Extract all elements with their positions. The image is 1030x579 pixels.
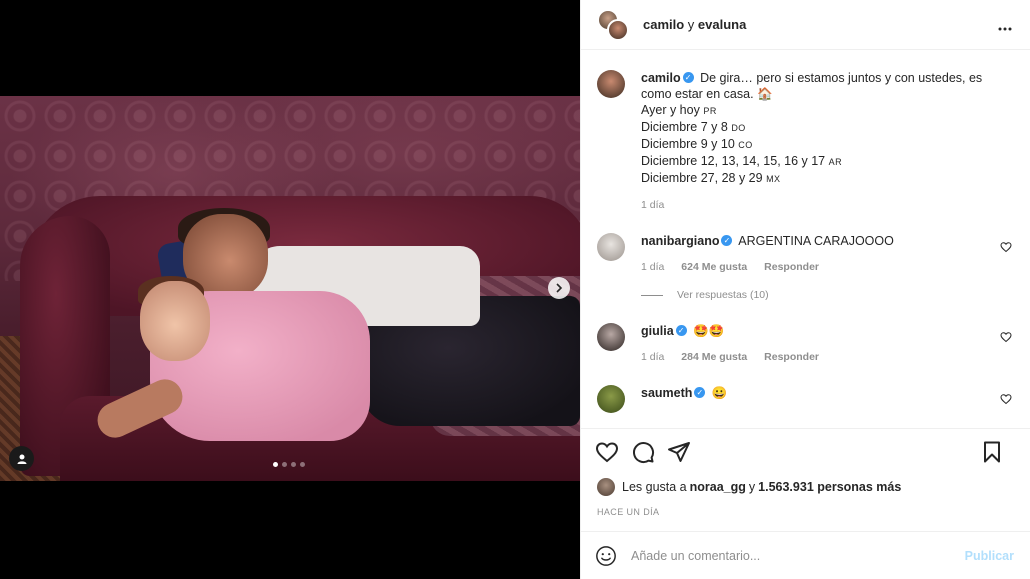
comment-username[interactable]: giulia [641,324,674,338]
comment-body: 🤩🤩 [689,324,725,338]
caption-line: Diciembre 27, 28 y 29 [641,171,767,185]
post-timestamp[interactable]: HACE UN DÍA [597,507,659,517]
likes-summary: Les gusta a noraa_gg y 1.563.931 persona… [597,478,901,496]
user-icon [17,454,26,464]
carousel-indicator [273,462,305,467]
carousel-dot [273,462,278,467]
caption-line: Ayer y hoy [641,103,704,117]
country-tag: AR [828,157,843,167]
divider [641,294,663,296]
chevron-right-icon [556,283,563,293]
comment-username[interactable]: saumeth [641,386,692,400]
country-tag: CO [738,140,753,150]
likes-mid: y [748,480,756,494]
add-comment-bar: Publicar [581,531,1030,579]
emoji-icon[interactable] [595,545,617,567]
reply-button[interactable]: Responder [764,351,819,363]
post-photo[interactable] [0,96,580,481]
caption-line: Diciembre 9 y 10 [641,137,739,151]
comment-text: giulia ✓ 🤩🤩 [641,323,833,339]
avatar[interactable] [597,323,625,351]
view-replies-button[interactable]: Ver respuestas (10) [641,289,1014,301]
avatar [607,18,629,41]
avatar[interactable] [597,70,625,98]
heart-icon[interactable] [595,440,619,464]
comment-body: ARGENTINA CARAJOOOO [735,234,894,248]
tagged-users-button[interactable] [9,446,34,471]
caption-username[interactable]: camilo [641,71,681,85]
carousel-next-button[interactable] [548,277,570,299]
like-comment-icon[interactable] [1000,331,1012,343]
post-header: camilo y evaluna [581,0,1030,50]
verified-icon: ✓ [721,235,733,247]
collab-avatars[interactable] [597,8,629,41]
caption-line: Diciembre 7 y 8 [641,120,732,134]
carousel-dot [291,462,296,467]
timestamp[interactable]: 1 día [641,351,664,363]
comment-likes[interactable]: 284 Me gusta [681,351,747,363]
reply-button[interactable]: Responder [764,261,819,273]
comment-body: 😀 [708,386,728,400]
bookmark-icon[interactable] [980,440,1004,464]
verified-icon: ✓ [694,387,706,399]
post-caption: camilo ✓ De gira… pero si estamos juntos … [597,70,1014,211]
likes-prefix: Les gusta a [622,480,687,494]
author-connector: y [684,17,698,32]
likes-count-link[interactable]: 1.563.931 personas más [758,480,901,494]
post-authors: camilo y evaluna [643,17,746,32]
avatar[interactable] [597,385,625,413]
comment-likes[interactable]: 624 Me gusta [681,261,747,273]
comment-text: nanibargiano ✓ ARGENTINA CARAJOOOO [641,233,894,249]
caption-text: camilo ✓ De gira… pero si estamos juntos … [641,70,1011,187]
country-tag: PR [703,106,717,116]
media-viewer [0,0,580,579]
avatar[interactable] [597,478,615,496]
post-details-panel: camilo y evaluna camilo ✓ De gira… pero s… [580,0,1030,579]
view-replies-label: Ver respuestas (10) [677,289,769,301]
like-comment-icon[interactable] [1000,241,1012,253]
avatar[interactable] [597,233,625,261]
share-icon[interactable] [667,440,691,464]
author-link[interactable]: camilo [643,17,684,32]
comment-item: nanibargiano ✓ ARGENTINA CARAJOOOO 1 día … [597,233,1014,273]
comments-scroll-area[interactable]: camilo ✓ De gira… pero si estamos juntos … [581,50,1030,428]
carousel-dot [282,462,287,467]
comment-item: saumeth ✓ 😀 [597,385,1014,413]
timestamp[interactable]: 1 día [641,199,664,211]
caption-line: Diciembre 12, 13, 14, 15, 16 y 17 [641,154,829,168]
comment-text: saumeth ✓ 😀 [641,385,727,401]
likes-user-link[interactable]: noraa_gg [690,480,746,494]
country-tag: MX [766,174,781,184]
comment-item: giulia ✓ 🤩🤩 1 día 284 Me gusta Responder [597,323,1014,363]
more-options-button[interactable] [998,18,1012,34]
comment-meta: 1 día 284 Me gusta Responder [641,351,833,363]
verified-icon: ✓ [682,72,694,84]
author-link[interactable]: evaluna [698,17,746,32]
carousel-dot [300,462,305,467]
comment-username[interactable]: nanibargiano [641,234,719,248]
like-comment-icon[interactable] [1000,393,1012,405]
timestamp[interactable]: 1 día [641,261,664,273]
publish-button[interactable]: Publicar [965,549,1014,563]
comment-meta: 1 día 624 Me gusta Responder [641,261,894,273]
girl-face [140,281,210,361]
country-tag: DO [731,123,746,133]
caption-meta: 1 día [641,199,1011,211]
comment-input[interactable] [631,548,951,563]
more-horizontal-icon [998,27,1012,31]
post-actions [581,428,1030,474]
comment-icon[interactable] [631,440,655,464]
verified-icon: ✓ [675,325,687,337]
